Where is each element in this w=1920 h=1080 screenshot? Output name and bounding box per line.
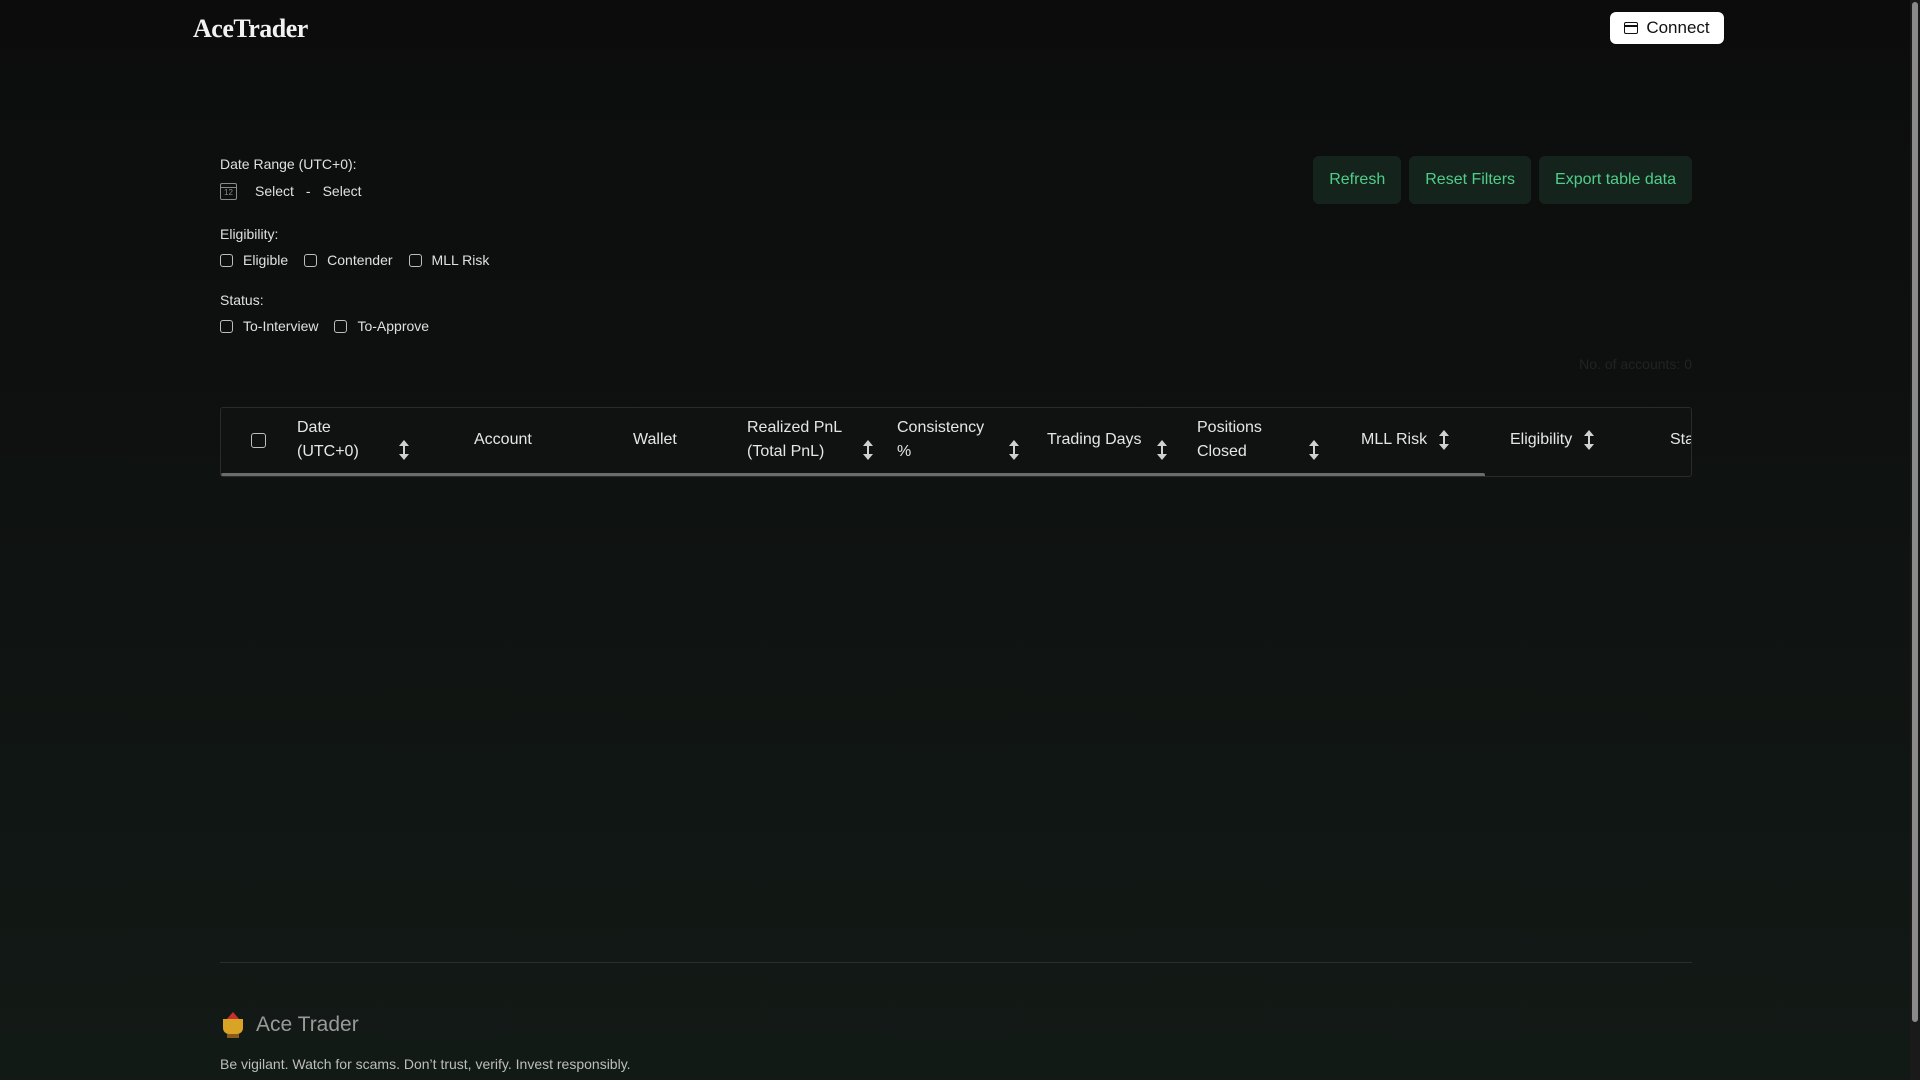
accounts-table: Date (UTC+0) Account Wallet Realized PnL… [220,407,1692,477]
footer-brand: Ace Trader [220,1012,359,1038]
wallet-icon [1624,22,1639,34]
sort-icon[interactable] [1584,430,1595,450]
status-group: Status: To-Interview To-Approve [220,292,505,334]
calendar-icon[interactable]: 12 [220,182,237,200]
col-eligibility[interactable]: Eligibility [1510,408,1595,472]
page-vertical-scrollbar[interactable] [1910,0,1920,1080]
col-realized-pnl[interactable]: Realized PnL (Total PnL) [747,408,873,472]
checkbox-box[interactable] [408,253,422,267]
filters-panel: Date Range (UTC+0): 12 Select - Select E… [220,156,505,334]
sort-icon[interactable] [1009,440,1019,460]
col-consistency[interactable]: Consistency % [897,408,1019,472]
footer-divider [220,962,1692,963]
checkbox-box[interactable] [334,319,348,333]
date-end-input[interactable]: Select [323,183,362,199]
col-trading-days[interactable]: Trading Days [1047,408,1167,472]
select-all-checkbox[interactable] [251,432,266,448]
accounts-count: No. of accounts: 0 [1579,356,1692,372]
sort-icon[interactable] [1309,440,1319,460]
to-approve-checkbox[interactable]: To-Approve [334,318,429,334]
col-wallet: Wallet [633,431,677,448]
col-account: Account [474,431,532,448]
table-horizontal-scrollbar[interactable] [221,473,1485,476]
date-separator: - [305,183,311,199]
sort-icon[interactable] [863,440,873,460]
col-positions-closed[interactable]: Positions Closed [1197,408,1319,472]
eligible-checkbox[interactable]: Eligible [220,252,288,268]
trophy-icon [220,1012,246,1038]
eligibility-label: Eligibility: [220,226,279,242]
export-table-button[interactable]: Export table data [1539,156,1692,204]
col-status-truncated: Sta [1670,431,1692,448]
footer-brand-name: Ace Trader [256,1013,359,1036]
date-range-picker[interactable]: 12 Select - Select [220,180,505,202]
app-logo[interactable]: AceTrader [193,14,308,44]
status-label: Status: [220,292,264,308]
checkbox-box[interactable] [304,253,318,267]
table-actions: Refresh Reset Filters Export table data [1313,156,1692,204]
top-header: AceTrader Connect [0,0,1910,60]
sort-icon[interactable] [1157,440,1167,460]
mll-risk-checkbox[interactable]: MLL Risk [408,252,489,268]
connect-label: Connect [1646,18,1710,37]
sort-icon[interactable] [1439,430,1450,450]
refresh-button[interactable]: Refresh [1313,156,1402,204]
reset-filters-button[interactable]: Reset Filters [1409,156,1532,204]
checkbox-box[interactable] [220,253,233,267]
contender-checkbox[interactable]: Contender [304,252,393,268]
col-mll-risk[interactable]: MLL Risk [1361,408,1450,472]
checkbox-box[interactable] [220,319,233,333]
footer-disclaimer: Be vigilant. Watch for scams. Don’t trus… [220,1056,631,1072]
date-range-label: Date Range (UTC+0): [220,156,357,172]
date-start-input[interactable]: Select [255,183,294,199]
sort-icon[interactable] [399,440,409,460]
to-interview-checkbox[interactable]: To-Interview [220,318,318,334]
connect-wallet-button[interactable]: Connect [1610,12,1724,44]
scrollbar-thumb[interactable] [1912,2,1918,1022]
eligibility-group: Eligibility: Eligible Contender MLL Risk [220,226,505,268]
select-all-cell [251,408,266,472]
col-date[interactable]: Date (UTC+0) [297,408,409,472]
table-header: Date (UTC+0) Account Wallet Realized PnL… [221,408,1691,472]
